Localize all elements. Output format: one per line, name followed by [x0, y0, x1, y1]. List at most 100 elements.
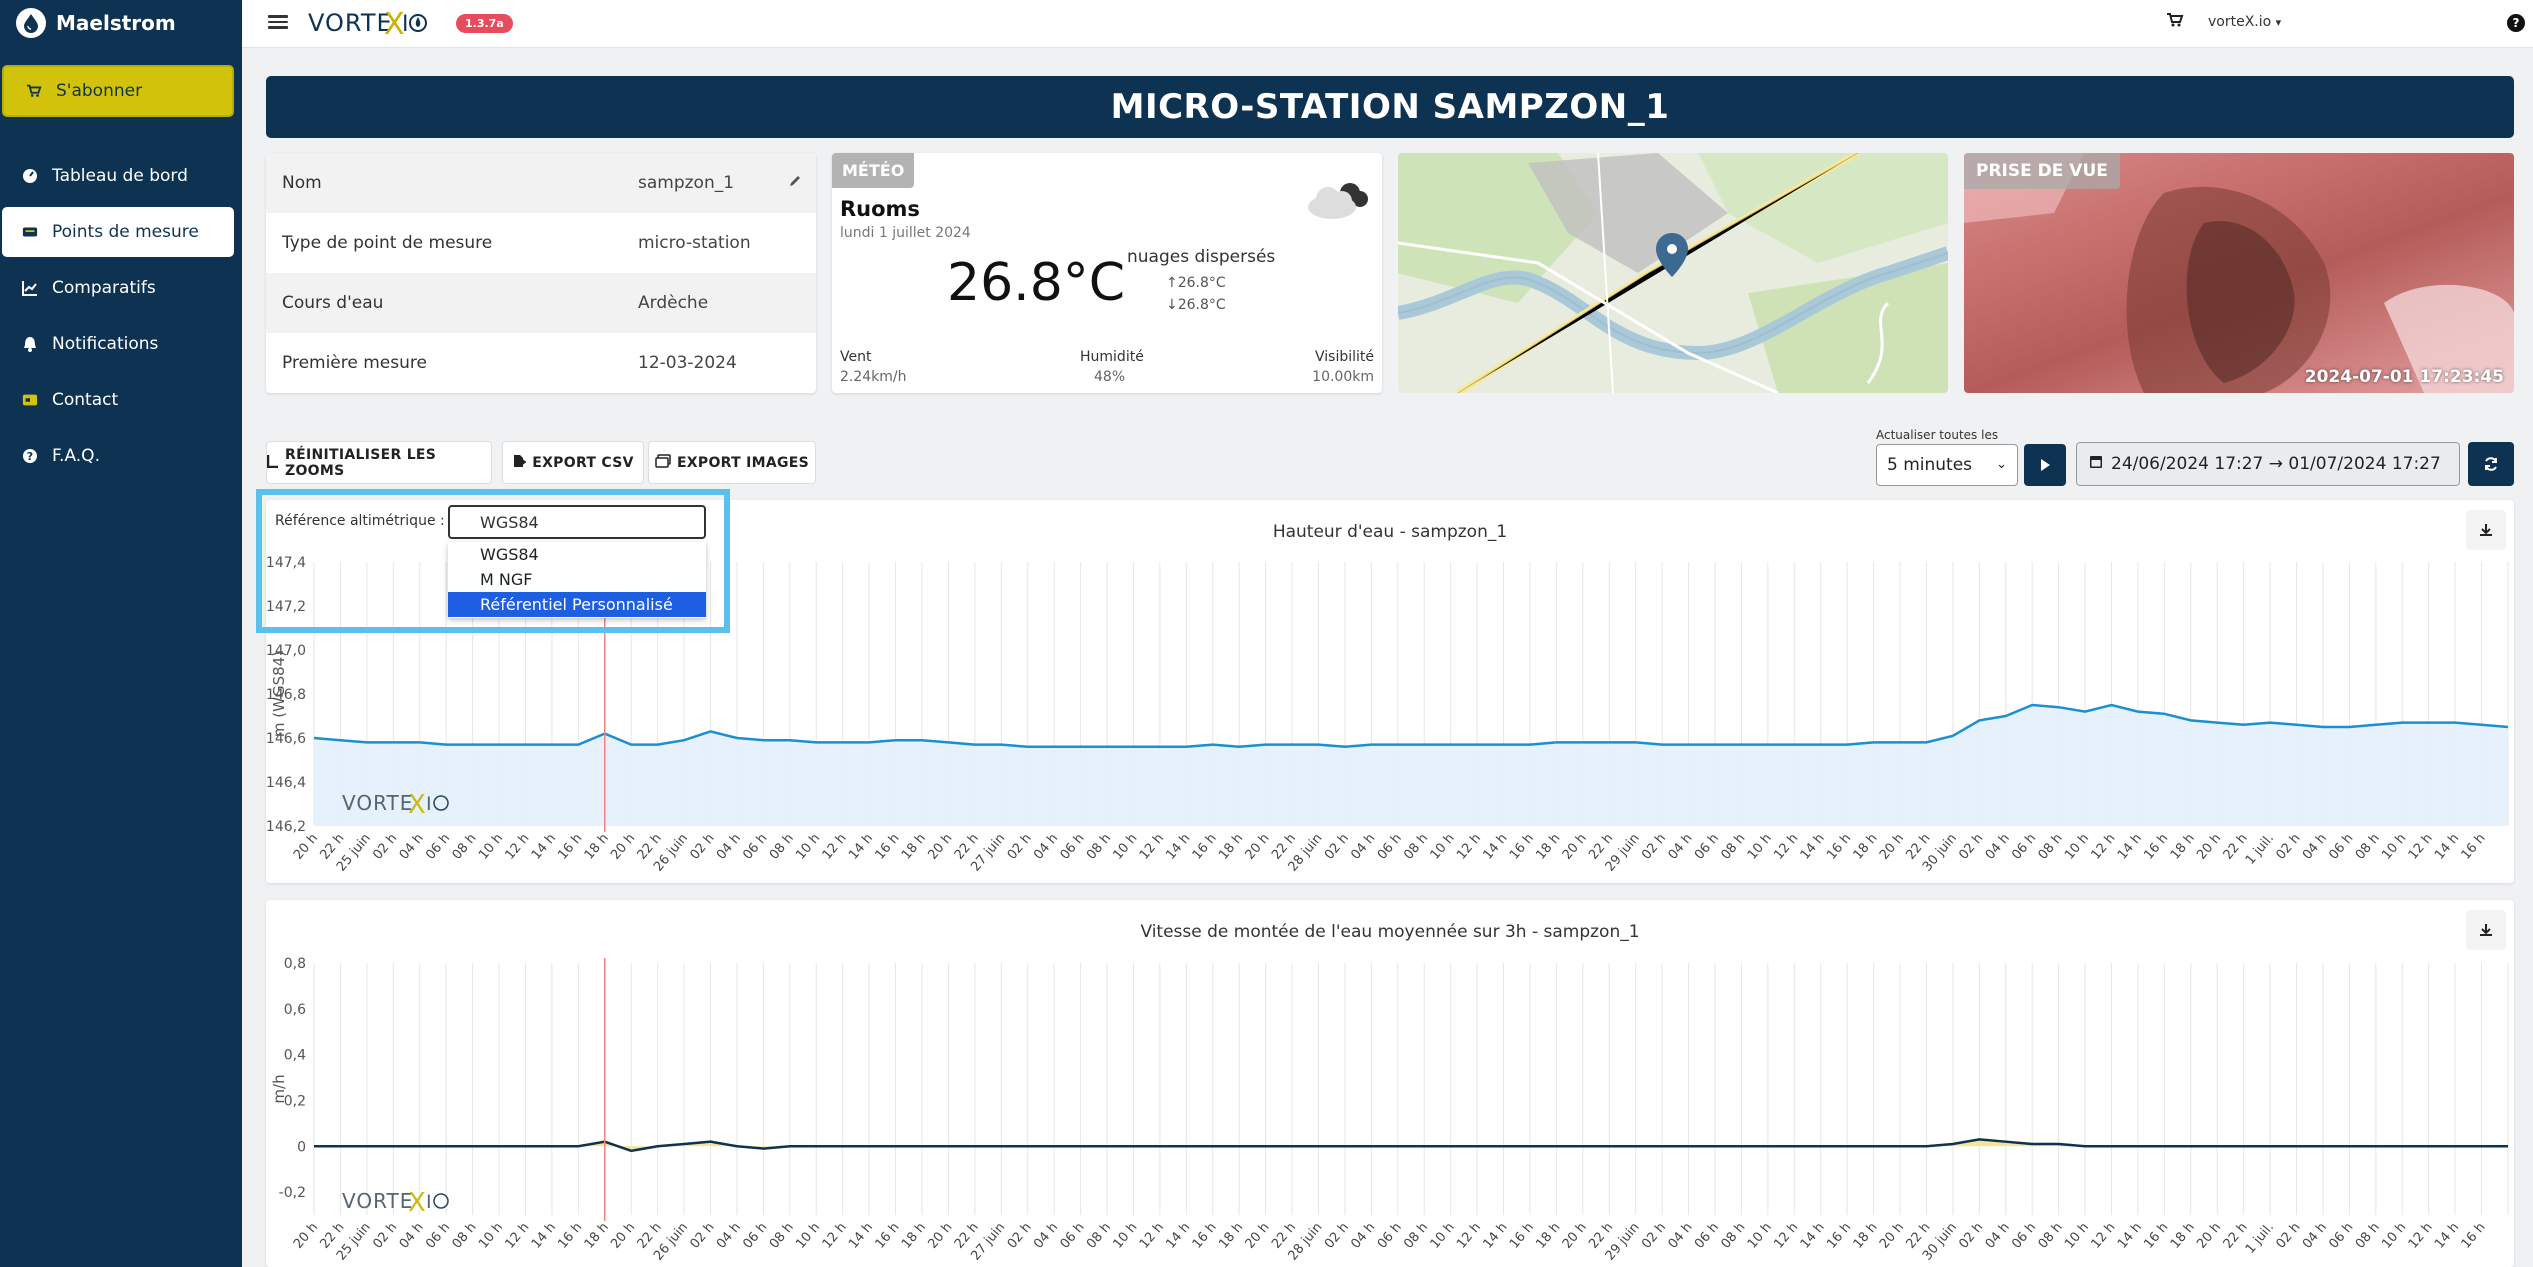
x-tick-label: 06 h [740, 831, 770, 863]
subscribe-label: S'abonner [56, 81, 143, 101]
rise-speed-chart[interactable]: 0,80,60,40,20-0,2m/h20 h22 h25 juin02 h0… [266, 900, 2514, 1267]
info-key: Première mesure [282, 353, 427, 373]
x-tick-label: 16 h [873, 1220, 903, 1252]
watermark-text: VORTE [342, 1189, 413, 1213]
x-tick-label: 14 h [529, 831, 559, 863]
export-csv-button[interactable]: EXPORT CSV [502, 441, 644, 484]
cart-icon[interactable] [2166, 12, 2184, 33]
vortex-logo[interactable]: VORTE X I [308, 6, 428, 40]
x-tick-label: 08 h [2353, 831, 2383, 863]
x-tick-label: 10 h [1428, 1220, 1458, 1252]
x-tick-label: 10 h [793, 831, 823, 863]
camera-timestamp: 2024-07-01 17:23:45 [2304, 367, 2504, 387]
x-tick-label: 08 h [2353, 1220, 2383, 1252]
cloud-icon [1308, 183, 1368, 219]
x-tick-label: 20 h [1560, 831, 1590, 863]
x-tick-label: 14 h [2432, 1220, 2462, 1252]
x-tick-label: 04 h [1983, 831, 2013, 863]
info-key: Type de point de mesure [282, 233, 493, 253]
sidebar: Maelstrom S'abonner Tableau de bord Poin… [0, 0, 242, 1267]
pencil-icon[interactable] [788, 174, 802, 192]
watermark-x: X [408, 790, 426, 820]
sidebar-item-dashboard[interactable]: Tableau de bord [2, 151, 234, 201]
x-tick-label: 12 h [2088, 1220, 2118, 1252]
station-info-card: Nom sampzon_1 Type de point de mesure mi… [266, 153, 816, 393]
x-tick-label: 16 h [873, 831, 903, 863]
x-tick-label: 12 h [1771, 831, 1801, 863]
app-logo[interactable]: Maelstrom [16, 8, 176, 38]
x-tick-label: 12 h [502, 1220, 532, 1252]
x-tick-label: 02 h [1322, 831, 1352, 863]
refresh-interval-select[interactable]: 5 minutes ⌄ [1876, 444, 2018, 486]
reference-option[interactable]: WGS84 [448, 542, 706, 567]
weather-badge: MÉTÉO [832, 153, 915, 188]
date-range-field[interactable]: 24/06/2024 17:27 → 01/07/2024 17:27 [2076, 442, 2460, 486]
download-button[interactable] [2466, 910, 2506, 950]
sidebar-item-label: Notifications [52, 334, 159, 354]
x-tick-label: 10 h [793, 1220, 823, 1252]
download-icon [2480, 924, 2492, 936]
svg-text:I: I [402, 12, 410, 37]
x-tick-label: 06 h [2326, 831, 2356, 863]
sidebar-item-notifications[interactable]: Notifications [2, 319, 234, 369]
reset-zoom-label: RÉINITIALISER LES ZOOMS [285, 446, 437, 479]
export-images-button[interactable]: EXPORT IMAGES [648, 441, 816, 484]
export-csv-label: EXPORT CSV [532, 454, 634, 471]
sidebar-item-label: Points de mesure [52, 222, 199, 242]
reset-zoom-button[interactable]: RÉINITIALISER LES ZOOMS [266, 441, 492, 484]
x-tick-label: 08 h [767, 831, 797, 863]
x-tick-label: 10 h [1745, 1220, 1775, 1252]
user-menu[interactable]: vorteX.io ▾ [2208, 14, 2281, 30]
x-tick-label: 20 h [1877, 831, 1907, 863]
station-map[interactable] [1398, 153, 1948, 393]
x-tick-label: 16 h [1190, 831, 1220, 863]
x-tick-label: 14 h [529, 1220, 559, 1252]
x-tick-label: 02 h [1005, 831, 1035, 863]
y-tick-label: 146,2 [266, 819, 306, 835]
camera-view[interactable]: PRISE DE VUE 2024-07-01 17:23:45 [1964, 153, 2514, 393]
x-tick-label: 12 h [1137, 831, 1167, 863]
x-tick-label: 20 h [291, 1220, 321, 1252]
x-tick-label: 14 h [1481, 1220, 1511, 1252]
vortex-watermark: VORTEX I [342, 1188, 449, 1218]
hamburger-menu-icon[interactable] [268, 12, 288, 32]
info-value: 12-03-2024 [638, 353, 737, 373]
info-value: micro-station [638, 233, 751, 253]
x-tick-label: 12 h [2088, 831, 2118, 863]
sidebar-item-comparisons[interactable]: Comparatifs [2, 263, 234, 313]
help-icon[interactable]: ? [2507, 14, 2525, 32]
sidebar-item-contact[interactable]: Contact [2, 375, 234, 425]
watermark-x: X [408, 1188, 426, 1218]
svg-text:?: ? [27, 450, 33, 463]
x-tick-label: 08 h [450, 1220, 480, 1252]
x-tick-label: 16 h [2141, 831, 2171, 863]
chevron-down-icon: ⌄ [1996, 457, 2007, 472]
weather-card: MÉTÉO Ruoms lundi 1 juillet 2024 26.8°C … [832, 153, 1382, 393]
x-tick-label: 20 h [291, 831, 321, 863]
watermark-i: I [426, 1191, 432, 1213]
x-tick-label: 20 h [2194, 831, 2224, 863]
download-button[interactable] [2466, 510, 2506, 550]
x-tick-label: 08 h [2036, 831, 2066, 863]
reference-option-selected[interactable]: Référentiel Personnalisé [448, 592, 706, 617]
reference-option[interactable]: M NGF [448, 567, 706, 592]
bell-icon [22, 336, 38, 352]
sidebar-item-measure-points[interactable]: Points de mesure [2, 207, 234, 257]
x-tick-label: 16 h [1507, 1220, 1537, 1252]
x-tick-label: 18 h [1533, 831, 1563, 863]
reference-select[interactable]: WGS84 [448, 505, 706, 539]
sidebar-item-faq[interactable]: ? F.A.Q. [2, 431, 234, 481]
y-tick-label: 0 [297, 1139, 306, 1155]
play-button[interactable] [2024, 444, 2066, 486]
x-tick-label: 16 h [1824, 1220, 1854, 1252]
humidity-label: Humidité [1080, 349, 1144, 365]
x-tick-label: 04 h [397, 831, 427, 863]
subscribe-button[interactable]: S'abonner [2, 65, 234, 117]
x-tick-label: 10 h [1110, 831, 1140, 863]
x-tick-label: 14 h [2115, 1220, 2145, 1252]
top-bar: VORTE X I 1.3.7a vorteX.io ▾ ? [242, 0, 2533, 48]
x-tick-label: 16 h [1190, 1220, 1220, 1252]
cart-icon [26, 83, 42, 99]
refresh-button[interactable] [2468, 442, 2514, 486]
x-tick-label: 18 h [582, 1220, 612, 1252]
